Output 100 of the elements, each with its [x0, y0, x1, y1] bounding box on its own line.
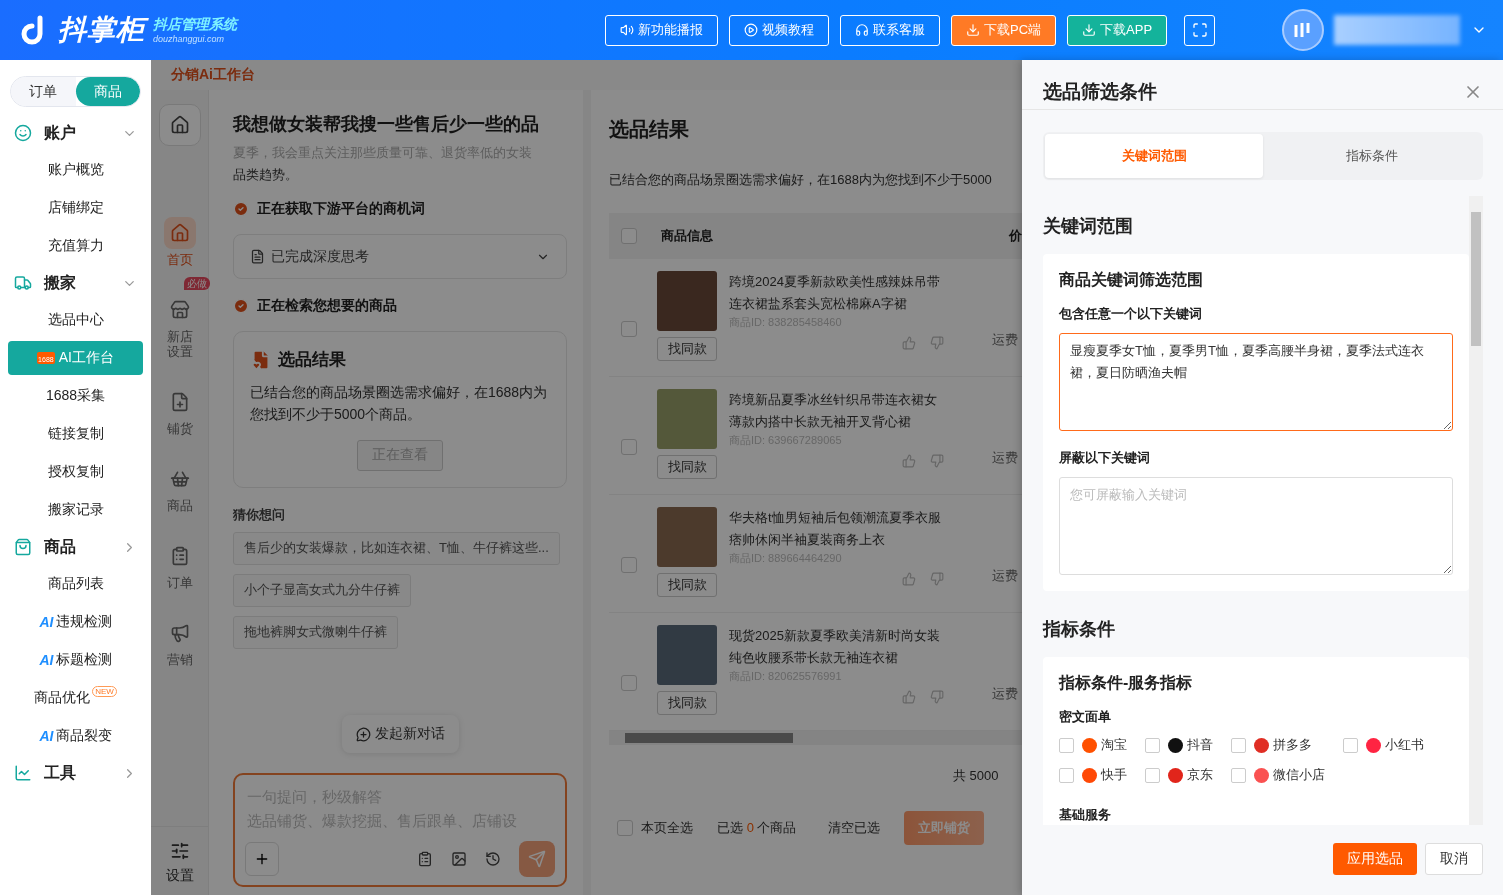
- scrollbar[interactable]: [1469, 196, 1483, 825]
- section-title: 指标条件: [1043, 618, 1116, 641]
- product-title: 现货2025新款夏季欧美清新时尚女装纯色收腰系带长款无袖连衣裙: [729, 627, 941, 667]
- checkbox[interactable]: [1343, 737, 1358, 753]
- result-card-text: 已结合您的商品场景圈选需求偏好，在1688内为您找到不少于5000个商品。: [250, 383, 549, 425]
- thumbs-down-icon[interactable]: [930, 572, 944, 586]
- product-title: 华夫格t恤男短袖后包领潮流夏季衣服痞帅休闲半袖夏装商务上衣: [729, 509, 942, 549]
- field-label: 包含任意一个以下关键词: [1059, 305, 1203, 323]
- platform-option[interactable]: 快手: [1059, 766, 1127, 784]
- suggestion-chip[interactable]: 小个子显高女式九分牛仔裤: [233, 573, 411, 607]
- send-button[interactable]: [519, 841, 555, 877]
- sidebar-group[interactable]: 账户: [8, 115, 143, 151]
- add-button[interactable]: [245, 842, 279, 876]
- sidebar-item[interactable]: 授权复制: [8, 455, 143, 489]
- image-icon[interactable]: [451, 851, 467, 867]
- thumbs-up-icon[interactable]: [902, 336, 916, 350]
- card-title: 指标条件-服务指标: [1059, 673, 1194, 693]
- sidebar-item[interactable]: 充值算力: [8, 229, 143, 263]
- document-icon: [250, 249, 265, 264]
- clear-selection-link[interactable]: 清空已选: [828, 819, 881, 837]
- thumbs-up-icon[interactable]: [902, 454, 916, 468]
- history-icon[interactable]: [485, 851, 501, 867]
- new-chat-button[interactable]: 发起新对话: [341, 715, 459, 753]
- item-label: AI工作台: [58, 349, 114, 367]
- settings-icon: [169, 841, 190, 861]
- sidebar-group[interactable]: 商品: [8, 529, 143, 565]
- sidebar-item[interactable]: 搬家记录: [8, 493, 143, 527]
- sidebar-group[interactable]: 工具: [8, 755, 143, 791]
- home-icon: [169, 115, 190, 135]
- header-button[interactable]: 联系客服: [840, 14, 940, 46]
- thumbs-down-icon[interactable]: [930, 454, 944, 468]
- platform-option[interactable]: 淘宝: [1059, 736, 1127, 754]
- document-icon[interactable]: [417, 851, 433, 867]
- sidebar-group[interactable]: 搬家: [8, 265, 143, 301]
- avatar[interactable]: [1282, 9, 1325, 51]
- checkbox[interactable]: [1145, 767, 1160, 783]
- thumbs-down-icon[interactable]: [930, 336, 944, 350]
- checkbox[interactable]: [621, 321, 637, 337]
- column-header: 价: [1009, 227, 1022, 245]
- platform-option[interactable]: 小红书: [1343, 736, 1424, 754]
- checkbox[interactable]: [1145, 737, 1160, 753]
- find-similar-button[interactable]: 找同款: [657, 573, 717, 597]
- suggest-title: 猜你想问: [233, 505, 286, 524]
- result-card-title: 选品结果: [250, 348, 550, 371]
- photo-placeholder: [657, 507, 717, 567]
- thumbs-down-icon[interactable]: [930, 690, 944, 704]
- sidebar-item[interactable]: 商品列表: [8, 567, 143, 601]
- platform-option[interactable]: 京东: [1145, 766, 1213, 784]
- thumbs-up-icon[interactable]: [902, 690, 916, 704]
- drawer-tab[interactable]: 指标条件: [1263, 134, 1481, 178]
- rail-badge: 必做: [183, 276, 210, 290]
- item-label: 搬家记录: [47, 501, 104, 519]
- fullscreen-button[interactable]: [1184, 14, 1216, 46]
- field-label: 基础服务: [1059, 806, 1112, 824]
- platform-option[interactable]: 微信小店: [1231, 766, 1325, 784]
- thumbs-up-icon[interactable]: [902, 572, 916, 586]
- select-all-label: 本页全选: [641, 819, 693, 837]
- sidebar-item[interactable]: 店铺绑定: [8, 191, 143, 225]
- photo-placeholder: [657, 625, 717, 685]
- results-summary: 已结合您的商品场景圈选需求偏好，在1688内为您找到不少于5000: [609, 171, 993, 189]
- include-keywords-field[interactable]: 显瘦夏季女T恤，夏季男T恤，夏季高腰半身裙，夏季法式连衣裙，夏日防晒渔夫帽: [1059, 333, 1453, 431]
- exclude-keywords-field[interactable]: 您可屏蔽输入关键词: [1059, 477, 1453, 575]
- sidebar-item[interactable]: AI标题检测: [8, 643, 143, 677]
- checkbox[interactable]: [621, 439, 637, 455]
- find-similar-button[interactable]: 找同款: [657, 691, 717, 715]
- shipping-label: 运费: [992, 685, 1018, 703]
- checkbox[interactable]: [621, 228, 637, 244]
- thinking-toggle[interactable]: 已完成深度思考: [233, 234, 567, 279]
- suggestion-chip[interactable]: 拖地裤脚女式微喇牛仔裤: [233, 615, 398, 649]
- home-button[interactable]: [158, 104, 201, 146]
- checkbox[interactable]: [617, 820, 633, 836]
- sidebar-item[interactable]: 选品中心: [8, 303, 143, 337]
- checkbox[interactable]: [621, 557, 637, 573]
- sidebar-item[interactable]: AI商品裂变: [8, 719, 143, 753]
- sidebar-item[interactable]: 链接复制: [8, 417, 143, 451]
- sidebar-tab[interactable]: 订单: [11, 77, 76, 106]
- platform-option[interactable]: 抖音: [1145, 736, 1213, 754]
- checkbox[interactable]: [621, 675, 637, 691]
- logo-url: douzhanggui.com: [153, 34, 226, 44]
- platform-option[interactable]: 拼多多: [1231, 736, 1325, 754]
- sidebar-item[interactable]: 1688采集: [8, 379, 143, 413]
- checkbox[interactable]: [1231, 737, 1246, 753]
- settings-button[interactable]: 设置: [151, 826, 208, 895]
- checkbox[interactable]: [1231, 767, 1246, 783]
- drawer-button[interactable]: 取消: [1425, 843, 1483, 875]
- headset-icon: [855, 23, 869, 37]
- find-similar-button[interactable]: 找同款: [657, 455, 717, 479]
- ai-logo: AI: [39, 614, 54, 630]
- checkbox[interactable]: [1059, 737, 1074, 753]
- find-similar-button[interactable]: 找同款: [657, 337, 717, 361]
- checkbox[interactable]: [1059, 767, 1074, 783]
- play-icon: [744, 23, 758, 37]
- item-label: 商品优化: [34, 689, 91, 707]
- sidebar-item[interactable]: 商品优化 $^{NEW}$: [8, 681, 143, 715]
- sidebar-item[interactable]: 账户概览: [8, 153, 143, 187]
- header-button[interactable]: 新功能播报: [605, 14, 718, 46]
- field-label: 屏蔽以下关键词: [1059, 449, 1151, 467]
- suggestion-chip[interactable]: 售后少的女装爆款，比如连衣裙、T恤、牛仔裤这些...: [233, 531, 560, 565]
- sidebar-item[interactable]: AI违规检测: [8, 605, 143, 639]
- header-button[interactable]: 视频教程: [729, 14, 829, 46]
